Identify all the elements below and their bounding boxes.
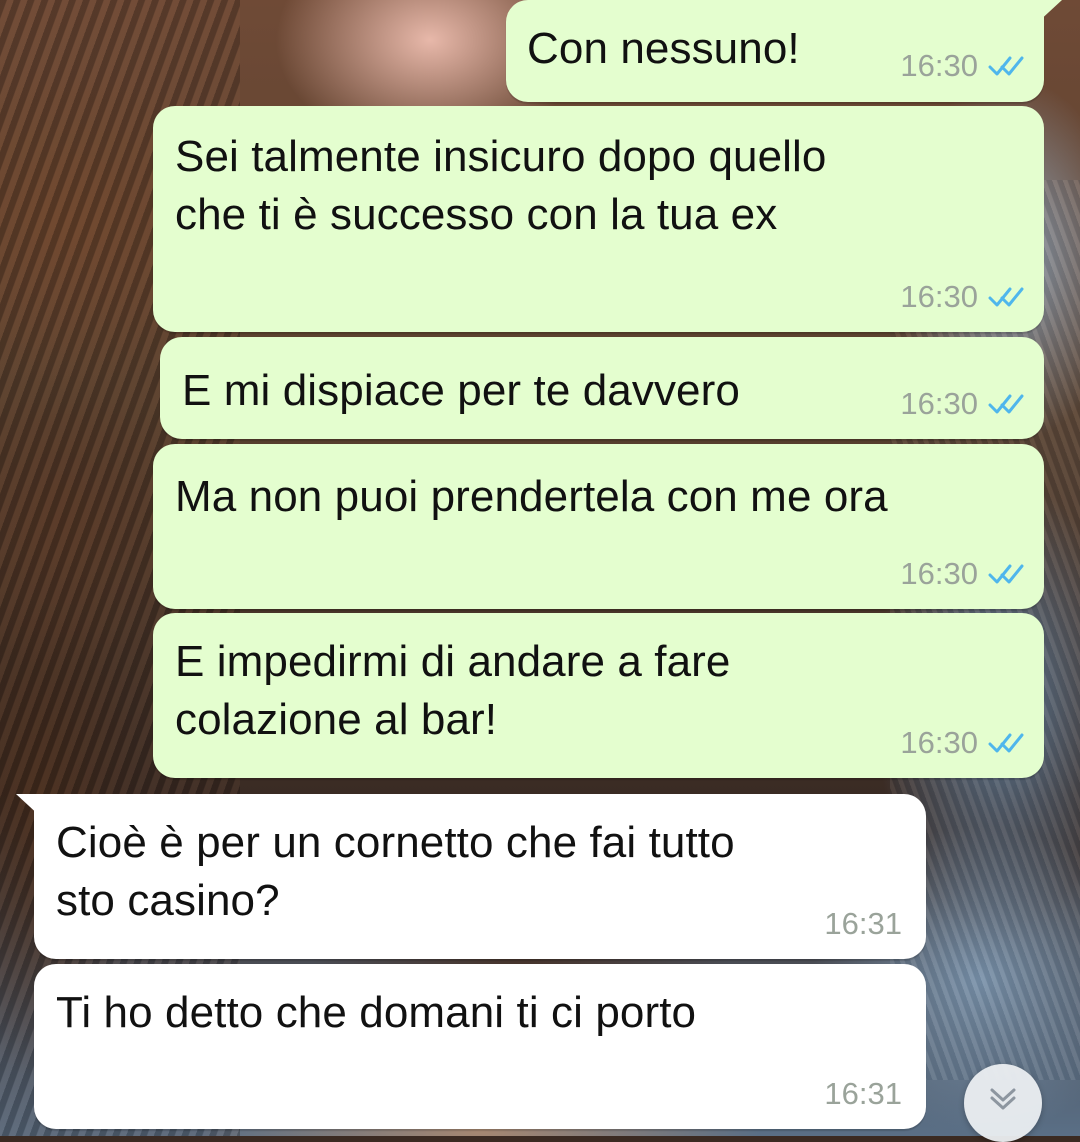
message-time: 16:30: [900, 48, 978, 83]
incoming-message[interactable]: Cioè è per un cornetto che fai tutto sto…: [16, 794, 926, 959]
message-list[interactable]: Con nessuno! 16:30 Sei talmente insicuro…: [0, 0, 1080, 1136]
message-meta: 16:30: [900, 50, 1026, 81]
message-text: Ma non puoi prendertela con me ora: [175, 472, 888, 521]
double-check-read-icon: [988, 394, 1024, 413]
message-time: 16:31: [824, 1076, 902, 1111]
message-time: 16:30: [900, 386, 978, 421]
message-time: 16:31: [824, 906, 902, 941]
message-time: 16:30: [900, 725, 978, 760]
message-text: Ti ho detto che domani ti ci porto: [56, 988, 697, 1037]
incoming-message[interactable]: Ti ho detto che domani ti ci porto 16:31: [34, 964, 926, 1129]
message-meta: 16:30: [900, 281, 1026, 312]
double-check-read-icon: [988, 564, 1024, 583]
message-meta: 16:30: [900, 388, 1026, 419]
message-time: 16:30: [900, 556, 978, 591]
message-text: E impedirmi di andare a fare colazione a…: [175, 637, 731, 744]
outgoing-message[interactable]: E mi dispiace per te davvero 16:30: [160, 337, 1044, 439]
bubble-tail: [16, 794, 42, 818]
message-meta: 16:30: [900, 558, 1026, 589]
message-meta: 16:30: [900, 727, 1026, 758]
message-meta: 16:31: [824, 1078, 902, 1109]
outgoing-message[interactable]: Con nessuno! 16:30: [506, 0, 1062, 102]
message-time: 16:30: [900, 279, 978, 314]
double-check-read-icon: [988, 287, 1024, 306]
double-check-read-icon: [988, 733, 1024, 752]
message-text: Cioè è per un cornetto che fai tutto sto…: [56, 818, 735, 925]
scroll-to-bottom-button[interactable]: [964, 1064, 1042, 1142]
outgoing-message[interactable]: Sei talmente insicuro dopo quello che ti…: [153, 106, 1044, 332]
chevron-double-down-icon: [990, 1088, 1016, 1110]
outgoing-message[interactable]: Ma non puoi prendertela con me ora 16:30: [153, 444, 1044, 609]
bubble-tail: [1036, 0, 1062, 24]
message-text: Con nessuno!: [527, 24, 800, 73]
message-meta: 16:31: [824, 908, 902, 939]
message-text: E mi dispiace per te davvero: [182, 366, 740, 415]
outgoing-message[interactable]: E impedirmi di andare a fare colazione a…: [153, 613, 1044, 778]
message-text: Sei talmente insicuro dopo quello che ti…: [175, 132, 827, 239]
double-check-read-icon: [988, 56, 1024, 75]
